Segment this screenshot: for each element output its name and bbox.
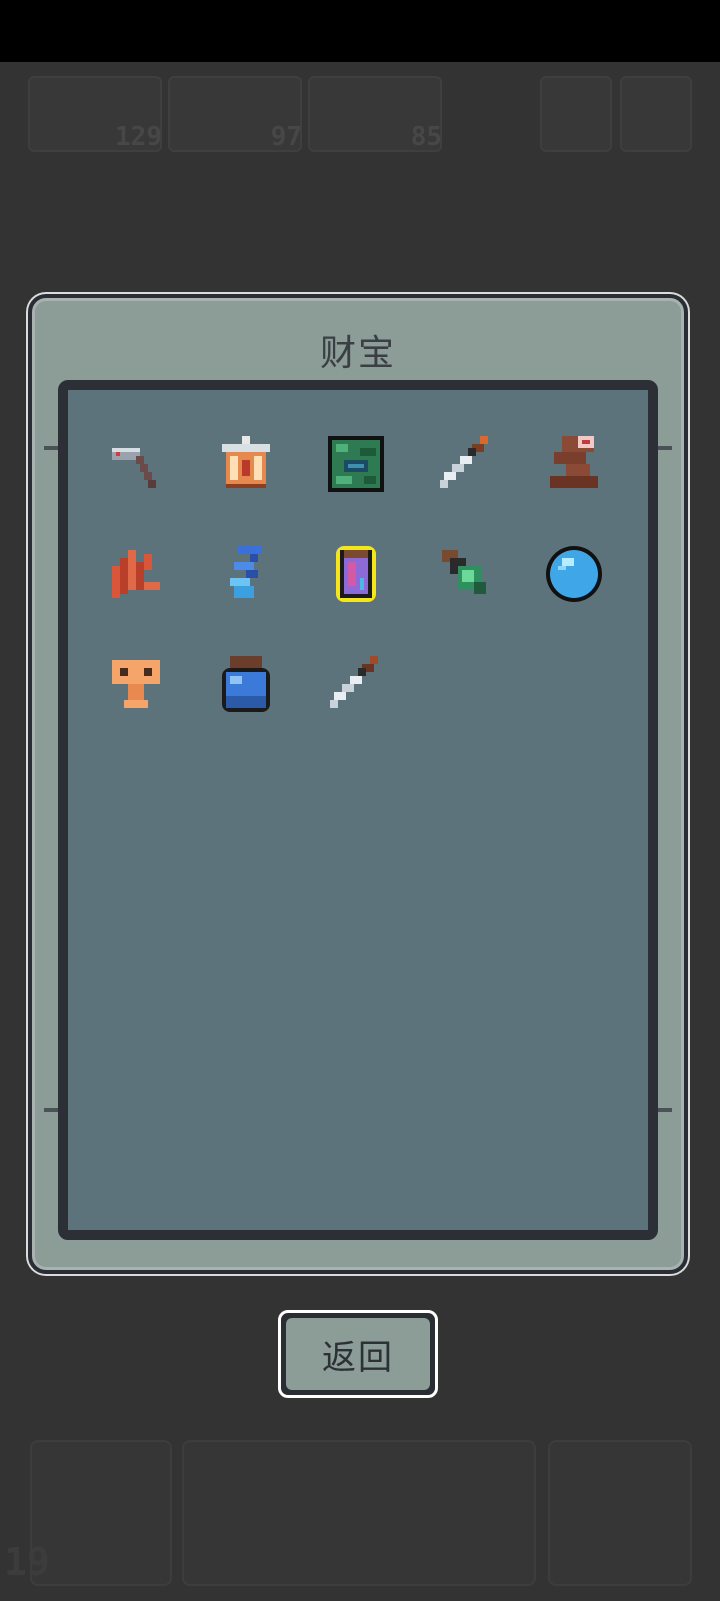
treasure-item-purple-jar[interactable] <box>320 538 392 610</box>
hud-count-1: 129 <box>115 122 162 152</box>
rivet <box>44 446 58 450</box>
hud-level: 19 <box>4 1540 50 1584</box>
purple-jar-icon <box>336 546 376 602</box>
treasure-item-hammer[interactable] <box>100 428 172 500</box>
blue-potion-icon <box>222 656 270 712</box>
rivet <box>658 1108 672 1112</box>
rivet <box>658 446 672 450</box>
treasure-item-red-feathers[interactable] <box>100 538 172 610</box>
hud-resource-2: 97 <box>168 76 302 152</box>
hud-center-slot <box>182 1440 536 1586</box>
rune-tile-icon <box>328 436 384 492</box>
treasure-item-green-vial[interactable] <box>430 538 502 610</box>
hud-count-3: 85 <box>410 122 442 152</box>
treasure-item-key-idol[interactable] <box>100 648 172 720</box>
hud-resource-3: 85 <box>308 76 442 152</box>
modal-title: 财宝 <box>319 333 396 374</box>
treasure-item-blue-potion[interactable] <box>210 648 282 720</box>
hud-button-2 <box>620 76 692 152</box>
rivet <box>44 1108 58 1112</box>
hud-count-2: 97 <box>270 122 302 152</box>
key-idol-icon <box>112 660 160 708</box>
treasure-inventory-panel <box>58 380 658 1240</box>
wisp-icon <box>230 546 262 598</box>
hud-character-slot <box>548 1440 692 1586</box>
treasure-item-dagger[interactable] <box>428 428 500 500</box>
green-vial-icon <box>442 550 486 594</box>
treasure-item-totem[interactable] <box>538 428 610 500</box>
treasure-item-dagger-2[interactable] <box>318 648 390 720</box>
dagger-icon <box>440 436 488 488</box>
treasure-item-blue-wisp[interactable] <box>210 538 282 610</box>
hud-button-1 <box>540 76 612 152</box>
hammer-icon <box>112 448 156 488</box>
dagger-icon <box>330 656 378 708</box>
status-bar <box>0 0 720 62</box>
treasure-item-lantern[interactable] <box>210 428 282 500</box>
treasure-item-blue-orb[interactable] <box>538 538 610 610</box>
feathers-icon <box>112 550 160 598</box>
treasure-item-green-rune-tile[interactable] <box>320 428 392 500</box>
hud-resource-1: 129 <box>28 76 162 152</box>
totem-icon <box>550 436 598 488</box>
back-button[interactable]: 返回 <box>278 1310 438 1398</box>
hud-attack-slot <box>30 1440 172 1586</box>
lantern-icon <box>222 436 270 488</box>
blue-orb-icon <box>546 546 602 602</box>
back-button-label: 返回 <box>286 1318 430 1390</box>
